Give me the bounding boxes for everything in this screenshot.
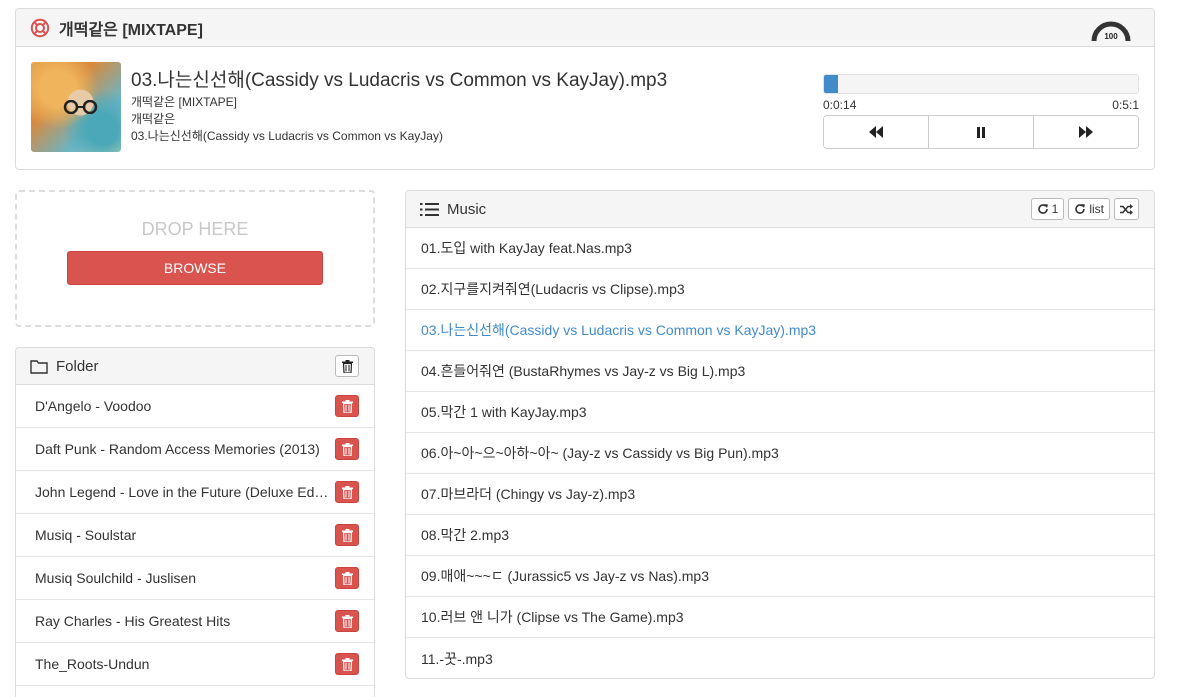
delete-folder-button[interactable] [335, 653, 359, 675]
trash-icon [341, 485, 353, 499]
music-header-buttons: 1 list [1030, 198, 1139, 220]
delete-folder-button[interactable] [335, 524, 359, 546]
player-panel: 개떡같은 [MIXTAPE] 100 03.나는신선해(Cassidy vs L… [15, 8, 1155, 170]
cover-art [63, 100, 98, 114]
song-row[interactable]: 05.막간 1 with KayJay.mp3 [406, 392, 1154, 433]
drop-here-text: DROP HERE [141, 219, 249, 239]
folder-name[interactable]: Musiq Soulchild - Juslisen [35, 570, 331, 586]
refresh-icon [1075, 204, 1086, 214]
song-row[interactable]: 06.아~아~으~아하~아~ (Jay-z vs Cassidy vs Big … [406, 433, 1154, 474]
song-row[interactable]: 08.막간 2.mp3 [406, 515, 1154, 556]
next-button[interactable] [1034, 116, 1138, 148]
delete-folder-button[interactable] [335, 481, 359, 503]
folder-header: Folder [16, 348, 374, 385]
folder-row[interactable]: Daft Punk - Random Access Memories (2013… [16, 428, 374, 471]
delete-folder-button[interactable] [335, 610, 359, 632]
folder-row[interactable]: Musiq - Soulstar [16, 514, 374, 557]
elapsed-time: 0:0:14 [823, 98, 857, 112]
song-row[interactable]: 04.흔들어줘연 (BustaRhymes vs Jay-z vs Big L)… [406, 351, 1154, 392]
folder-panel: Folder D'Angelo - Voodoo Daft Punk - Rand… [15, 347, 375, 697]
song-row[interactable]: 03.나는신선해(Cassidy vs Ludacris vs Common v… [406, 310, 1154, 351]
pause-button[interactable] [929, 116, 1034, 148]
now-playing-title: 03.나는신선해(Cassidy vs Ludacris vs Common v… [131, 70, 668, 91]
repeat-one-button[interactable]: 1 [1030, 198, 1065, 220]
delete-folder-button[interactable] [335, 438, 359, 460]
trash-icon [341, 442, 353, 456]
folder-title: Folder [56, 357, 99, 375]
clear-folders-button[interactable] [335, 355, 359, 377]
song-list: 01.도입 with KayJay feat.Nas.mp3 02.지구를지켜줘연… [406, 228, 1154, 678]
folder-name[interactable]: John Legend - Love in the Future (Deluxe… [35, 484, 331, 500]
delete-folder-button[interactable] [335, 395, 359, 417]
refresh-icon [1037, 204, 1048, 214]
song-row[interactable]: 09.매애~~~ㄷ (Jurassic5 vs Jay-z vs Nas).mp… [406, 556, 1154, 597]
shuffle-icon [1120, 203, 1133, 215]
progress-fill [824, 75, 839, 93]
trash-icon [341, 571, 353, 585]
song-row[interactable]: 07.마브라더 (Chingy vs Jay-z).mp3 [406, 474, 1154, 515]
volume-value: 100 [1104, 32, 1118, 41]
song-row[interactable]: 11.-꿋-.mp3 [406, 638, 1154, 678]
shuffle-button[interactable] [1114, 198, 1139, 220]
album-name: 개떡같은 [MIXTAPE] [131, 95, 237, 109]
artist-name: 개떡같은 [131, 112, 176, 126]
song-row[interactable]: 01.도입 with KayJay feat.Nas.mp3 [406, 228, 1154, 269]
backward-icon [869, 126, 883, 138]
folder-list: D'Angelo - Voodoo Daft Punk - Random Acce… [16, 385, 374, 686]
trash-icon [341, 359, 353, 373]
forward-icon [1079, 126, 1093, 138]
browse-button[interactable]: BROWSE [67, 251, 323, 285]
repeat-list-label: list [1089, 202, 1104, 216]
player-header: 개떡같은 [MIXTAPE] 100 [16, 9, 1154, 47]
song-row[interactable]: 10.러브 앤 니가 (Clipse vs The Game).mp3 [406, 597, 1154, 638]
folder-icon [30, 359, 48, 374]
trash-icon [341, 528, 353, 542]
song-row[interactable]: 02.지구를지켜줘연(Ludacris vs Clipse).mp3 [406, 269, 1154, 310]
music-title: Music [447, 200, 487, 218]
progress-bar[interactable] [823, 74, 1139, 94]
trash-icon [341, 614, 353, 628]
folder-name[interactable]: D'Angelo - Voodoo [35, 398, 331, 414]
duration-time: 0:5:1 [1112, 98, 1139, 112]
player-title: 개떡같은 [MIXTAPE] [59, 21, 203, 39]
delete-folder-button[interactable] [335, 567, 359, 589]
music-header: Music 1 list [406, 191, 1154, 228]
folder-name[interactable]: Ray Charles - His Greatest Hits [35, 613, 331, 629]
folder-name[interactable]: The_Roots-Undun [35, 656, 331, 672]
folder-row[interactable]: The_Roots-Undun [16, 643, 374, 686]
drop-zone[interactable]: DROP HERE BROWSE [15, 190, 375, 327]
folder-name[interactable]: Musiq - Soulstar [35, 527, 331, 543]
volume-gauge[interactable]: 100 [1090, 15, 1132, 43]
pause-icon [977, 126, 985, 138]
trash-icon [341, 399, 353, 413]
trash-icon [341, 657, 353, 671]
previous-button[interactable] [824, 116, 929, 148]
album-cover [31, 62, 121, 152]
folder-name[interactable]: Daft Punk - Random Access Memories (2013… [35, 441, 331, 457]
song-name: 03.나는신선해(Cassidy vs Ludacris vs Common v… [131, 129, 443, 143]
repeat-one-label: 1 [1051, 202, 1059, 216]
lifebuoy-icon [30, 18, 50, 37]
music-panel: Music 1 list 01.도입 with KayJay feat.Nas.… [405, 190, 1155, 679]
playback-controls [823, 115, 1139, 149]
folder-row[interactable]: Ray Charles - His Greatest Hits [16, 600, 374, 643]
folder-row[interactable]: D'Angelo - Voodoo [16, 385, 374, 428]
folder-row[interactable]: John Legend - Love in the Future (Deluxe… [16, 471, 374, 514]
list-icon [420, 202, 439, 217]
repeat-list-button[interactable]: list [1068, 198, 1110, 220]
folder-row[interactable]: Musiq Soulchild - Juslisen [16, 557, 374, 600]
